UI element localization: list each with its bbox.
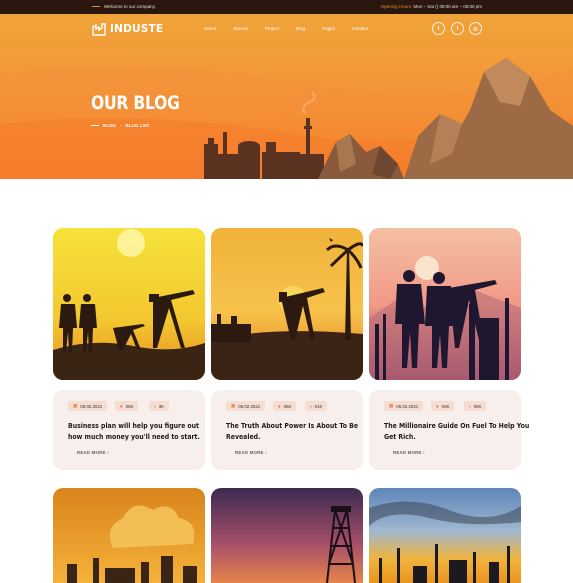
post-title-line: Revealed. [226, 431, 261, 441]
comment-icon: ▪ [310, 403, 312, 409]
nav-item-blog[interactable]: Blog [296, 26, 305, 31]
blog-card-body: ▦ 05.02.2021 ♥ 05K ▪ 3K Business plan wi… [53, 390, 205, 470]
read-more-label: READ MORE [77, 450, 106, 455]
page-title: OUR BLOG [91, 92, 180, 114]
arrow-right-icon: › [423, 450, 425, 455]
breadcrumb-current: BLOG LIST [125, 123, 150, 128]
opening-hours: Opening Hours: Mon – Sat (( 08:00 am – 0… [381, 4, 482, 9]
arrow-right-icon: › [265, 450, 267, 455]
nav-item-project[interactable]: Project [265, 26, 279, 31]
post-date-value: 05.02.2021 [238, 403, 261, 409]
blog-image[interactable] [211, 488, 363, 583]
welcome-message: Welcome to our company. [92, 4, 156, 9]
blog-image[interactable] [53, 228, 205, 380]
post-date: ▦ 05.02.2021 [384, 401, 424, 411]
main-navigation: INDUSTE Home Service Project Blog Pages … [0, 14, 573, 44]
facebook-icon[interactable]: f [432, 22, 445, 35]
calendar-icon: ▦ [389, 403, 394, 408]
heart-icon: ♥ [120, 403, 123, 409]
instagram-icon[interactable]: ◎ [469, 22, 482, 35]
page-hero: INDUSTE Home Service Project Blog Pages … [0, 14, 573, 179]
comment-icon: ▪ [154, 403, 156, 409]
nav-item-contact[interactable]: Contact [352, 26, 368, 31]
nav-menu: Home Service Project Blog Pages Contact [204, 26, 368, 31]
post-comments[interactable]: ▪ 3K [149, 401, 169, 411]
top-info-bar: Welcome to our company. Opening Hours: M… [0, 0, 573, 14]
post-date: ▦ 05.02.2021 [68, 401, 108, 411]
read-more-label: READ MORE [393, 450, 422, 455]
blog-image[interactable] [369, 488, 521, 583]
read-more-label: READ MORE [235, 450, 264, 455]
post-comments[interactable]: ▪ 01K [305, 401, 328, 411]
twitter-icon[interactable]: t [451, 22, 464, 35]
welcome-text: Welcome to our company. [104, 4, 156, 9]
post-date-value: 05.02.2021 [80, 403, 103, 409]
post-comments[interactable]: ▪ 05K [464, 401, 487, 411]
post-title-link[interactable]: The Millionaire Guide On Fuel To Help Yo… [384, 421, 530, 442]
breadcrumb-blog[interactable]: BLOG [103, 123, 116, 128]
calendar-icon: ▦ [73, 403, 78, 408]
welcome-dash [92, 6, 100, 7]
post-likes[interactable]: ♥ 06K [273, 401, 297, 411]
heart-icon: ♥ [436, 403, 439, 409]
post-title-link[interactable]: The Truth About Power Is About To Be Rev… [226, 421, 359, 442]
factory-smoke-image [53, 488, 205, 583]
opening-hours-label: Opening Hours: [380, 4, 413, 9]
blog-card-body: ▦ 05.02.2021 ♥ 06K ▪ 01K The Truth About… [211, 390, 363, 470]
oil-rig-dusk-image [211, 488, 363, 583]
post-comments-value: 3K [158, 403, 164, 409]
nav-item-pages[interactable]: Pages [322, 26, 335, 31]
post-likes-value: 06K [283, 403, 292, 409]
read-more-link[interactable]: READ MORE › [235, 450, 267, 455]
post-likes-value: 03K [441, 403, 450, 409]
post-likes[interactable]: ♥ 03K [431, 401, 455, 411]
post-title-link[interactable]: Business plan will help you figure out h… [68, 421, 200, 442]
refinery-workers-image [369, 228, 521, 380]
post-likes[interactable]: ♥ 05K [115, 401, 139, 411]
arrow-right-icon: › [107, 450, 109, 455]
post-title-line: how much money you'll need to start. [68, 431, 200, 441]
workers-sunset-image [53, 228, 205, 380]
refinery-evening-image [369, 488, 521, 583]
nav-item-service[interactable]: Service [233, 26, 248, 31]
breadcrumb-line [91, 125, 99, 126]
post-date-value: 05.02.2021 [396, 403, 419, 409]
blog-image[interactable] [211, 228, 363, 380]
read-more-link[interactable]: READ MORE › [393, 450, 425, 455]
post-title-line: Get Rich. [384, 431, 416, 441]
comment-icon: ▪ [469, 403, 471, 409]
post-title-line: The Millionaire Guide On Fuel To Help Yo… [384, 421, 530, 430]
breadcrumb: BLOG - BLOG LIST [91, 123, 150, 128]
post-comments-value: 05K [473, 403, 482, 409]
opening-hours-value: Mon – Sat (( 08:00 am – 05:00 pm [413, 4, 482, 9]
brand-name: INDUSTE [110, 23, 164, 35]
post-title-line: The Truth About Power Is About To Be [226, 421, 359, 430]
post-title-line: Business plan will help you figure out [68, 421, 200, 430]
calendar-icon: ▦ [231, 403, 236, 408]
breadcrumb-separator: - [120, 123, 122, 128]
post-comments-value: 01K [314, 403, 323, 409]
blog-card-body: ▦ 05.02.2021 ♥ 03K ▪ 05K The Millionaire… [369, 390, 530, 470]
oil-pump-sunset-image [211, 228, 363, 380]
post-date: ▦ 05.02.2021 [226, 401, 266, 411]
factory-logo-icon [92, 23, 106, 36]
nav-item-home[interactable]: Home [204, 26, 216, 31]
heart-icon: ♥ [278, 403, 281, 409]
blog-image[interactable] [53, 488, 205, 583]
brand-logo[interactable]: INDUSTE [92, 22, 163, 36]
read-more-link[interactable]: READ MORE › [77, 450, 109, 455]
post-likes-value: 05K [125, 403, 134, 409]
blog-image[interactable] [369, 228, 521, 380]
